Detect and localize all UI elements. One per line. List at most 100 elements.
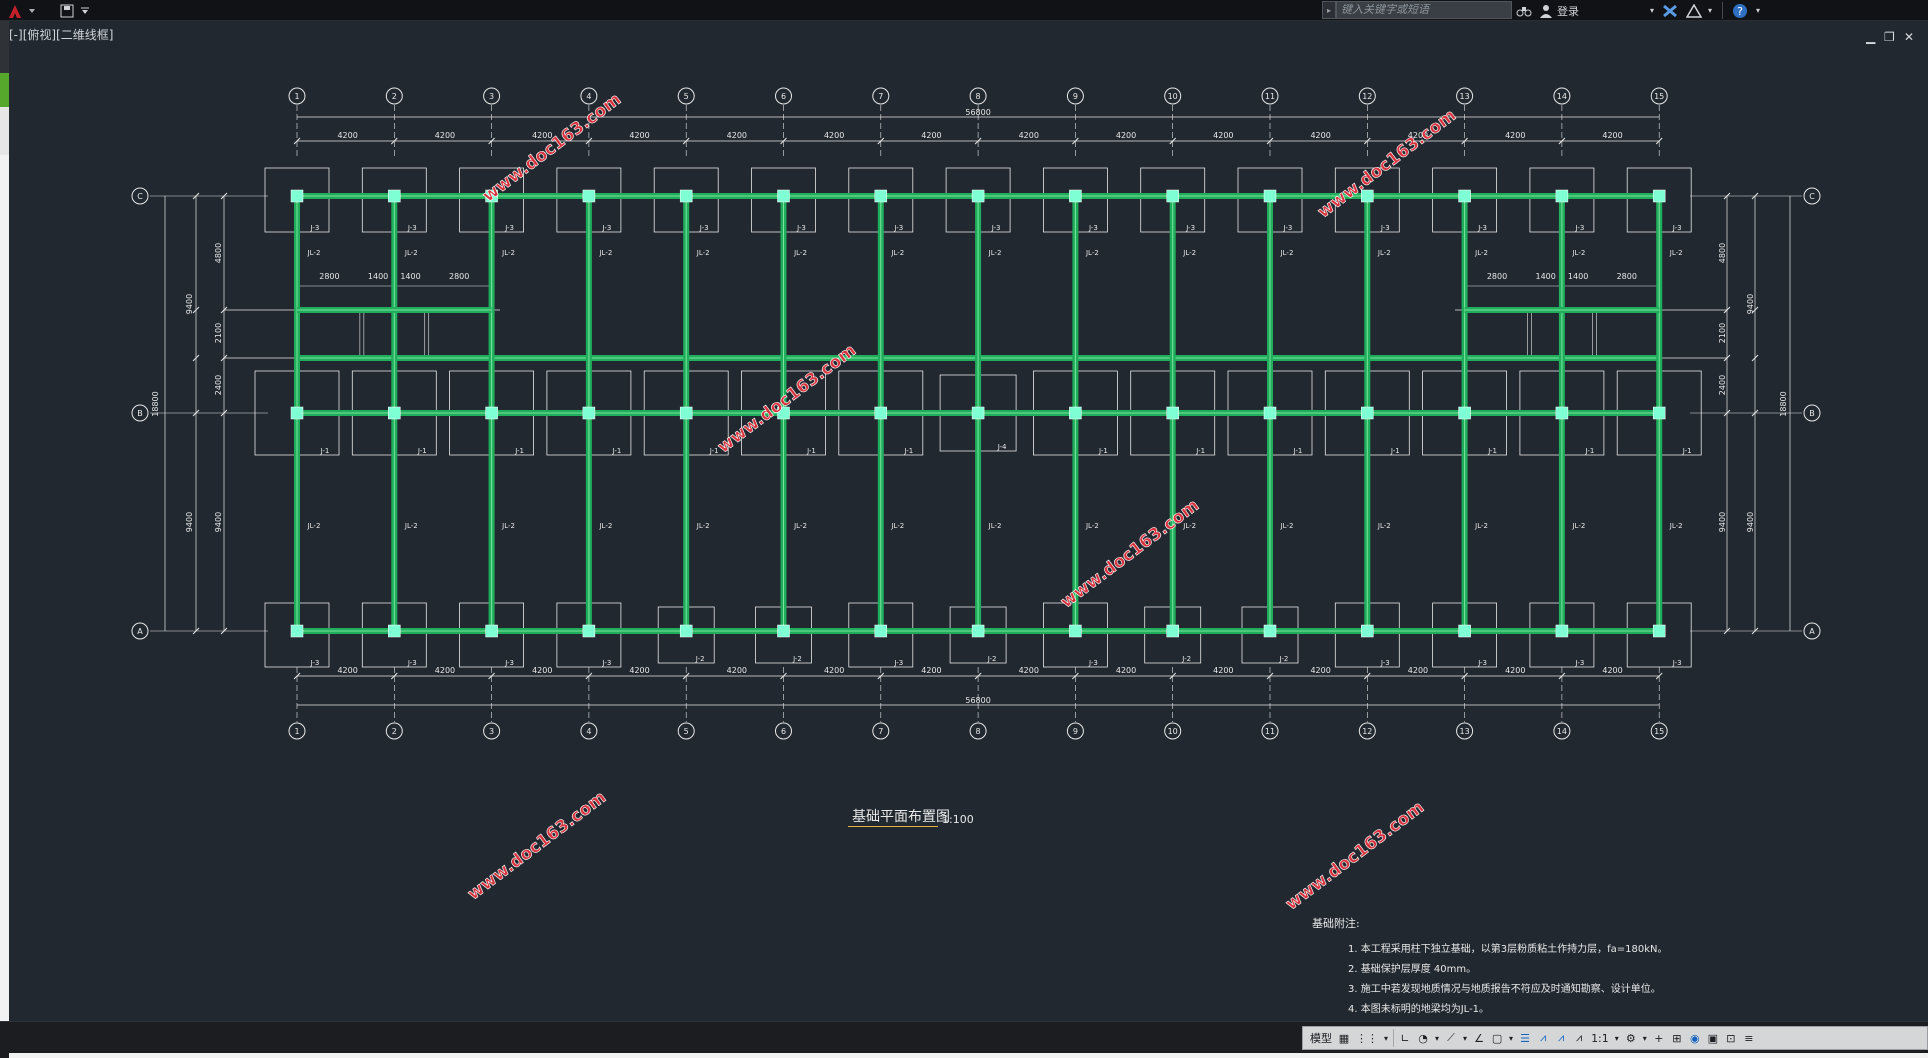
ortho-icon[interactable]: ∟ bbox=[1396, 1028, 1414, 1048]
bay-dimension: 4200 bbox=[1019, 666, 1039, 675]
customize-icon[interactable]: ≡ bbox=[1740, 1028, 1758, 1048]
bay-dimension: 4200 bbox=[1408, 666, 1428, 675]
beam-label: JL-2 bbox=[598, 249, 612, 257]
beam-label: JL-2 bbox=[696, 249, 710, 257]
footing-label: J-3 bbox=[893, 224, 903, 232]
grid-column-label: 3 bbox=[489, 92, 494, 101]
column bbox=[679, 624, 693, 638]
grid-column-label: 9 bbox=[1073, 727, 1078, 736]
isolate-objects-icon[interactable]: ◉ bbox=[1686, 1028, 1704, 1048]
scale-dropdown-icon[interactable]: ▾ bbox=[1612, 1028, 1622, 1048]
bay-dimension: 4200 bbox=[824, 131, 844, 140]
grid-column-label: 14 bbox=[1557, 92, 1567, 101]
column bbox=[1361, 624, 1374, 638]
annotation-scale-label[interactable]: 1:1 bbox=[1588, 1028, 1612, 1048]
column bbox=[1652, 406, 1666, 420]
beam-label: JL-2 bbox=[1182, 249, 1196, 257]
notes-title: 基础附注: bbox=[1312, 917, 1360, 930]
footing-label: J-1 bbox=[1585, 447, 1595, 455]
workspace-dropdown-icon[interactable]: ▾ bbox=[1640, 1028, 1650, 1048]
column bbox=[1652, 624, 1666, 638]
bay-dimension: 4200 bbox=[1505, 131, 1525, 140]
isometric-icon[interactable]: ⟋ bbox=[1442, 1028, 1460, 1048]
footing-label: J-3 bbox=[1477, 659, 1487, 667]
grid-column-label: 11 bbox=[1265, 92, 1275, 101]
add-icon[interactable]: + bbox=[1650, 1028, 1668, 1048]
hardware-acceleration-icon[interactable]: ▣ bbox=[1704, 1028, 1722, 1048]
stair-opening bbox=[363, 311, 393, 357]
object-snap-icon[interactable]: ▢ bbox=[1488, 1028, 1506, 1048]
stair-opening bbox=[1596, 311, 1658, 357]
units-icon[interactable]: ⊞ bbox=[1668, 1028, 1686, 1048]
footing-label: J-1 bbox=[1390, 447, 1400, 455]
iso-dropdown-icon[interactable]: ▾ bbox=[1460, 1028, 1470, 1048]
grid-row-label: A bbox=[1809, 627, 1815, 636]
beam-label: JL-2 bbox=[890, 249, 904, 257]
clean-screen-icon[interactable]: ⊡ bbox=[1722, 1028, 1740, 1048]
beam-label: JL-2 bbox=[404, 249, 418, 257]
annotation-scale-icon[interactable]: ⩘ bbox=[1570, 1028, 1588, 1048]
grid-column-label: 13 bbox=[1460, 92, 1470, 101]
grid-row-label: C bbox=[137, 192, 143, 201]
footing-label: J-3 bbox=[1477, 224, 1487, 232]
grid-icon[interactable]: ▦ bbox=[1335, 1028, 1353, 1048]
footing-label: J-1 bbox=[1195, 447, 1205, 455]
drawing-scale: 1:100 bbox=[942, 813, 974, 826]
grid-column-label: 15 bbox=[1654, 92, 1664, 101]
object-snap-tracking-icon[interactable]: ∠ bbox=[1470, 1028, 1488, 1048]
grid-row-label: A bbox=[137, 627, 143, 636]
lineweight-icon[interactable]: ☰ bbox=[1516, 1028, 1534, 1048]
footing-label: J-1 bbox=[709, 447, 719, 455]
polar-tracking-icon[interactable]: ◔ bbox=[1414, 1028, 1432, 1048]
grid-column-label: 2 bbox=[392, 727, 397, 736]
column bbox=[290, 624, 304, 638]
column bbox=[388, 624, 401, 638]
bay-dimension: 4200 bbox=[1602, 666, 1622, 675]
bay-dimension: 4200 bbox=[629, 131, 649, 140]
footing-label: J-3 bbox=[1672, 224, 1682, 232]
footing-label: J-3 bbox=[1575, 224, 1585, 232]
model-space-button[interactable]: 模型 bbox=[1307, 1028, 1335, 1048]
grid-column-label: 13 bbox=[1460, 727, 1470, 736]
auto-scale-icon[interactable]: ⩘ bbox=[1552, 1028, 1570, 1048]
corridor-dimension: 2800 bbox=[1617, 272, 1637, 281]
span-dimension: 9400 bbox=[1718, 512, 1727, 532]
snap-dropdown-icon[interactable]: ▾ bbox=[1381, 1028, 1391, 1048]
grid-column-label: 4 bbox=[586, 727, 591, 736]
grid-column-label: 1 bbox=[294, 727, 299, 736]
footing-label: J-3 bbox=[407, 659, 417, 667]
beam-label: JL-2 bbox=[1474, 522, 1488, 530]
grid-column-label: 8 bbox=[976, 92, 981, 101]
bay-dimension: 4200 bbox=[1116, 666, 1136, 675]
column bbox=[1555, 189, 1569, 203]
column bbox=[388, 189, 401, 203]
osnap-dropdown-icon[interactable]: ▾ bbox=[1506, 1028, 1516, 1048]
workspace-gear-icon[interactable]: ⚙ bbox=[1622, 1028, 1640, 1048]
beam-label: JL-2 bbox=[1571, 522, 1585, 530]
footing-label: J-1 bbox=[320, 447, 330, 455]
annotation-visibility-icon[interactable]: ⩘ bbox=[1534, 1028, 1552, 1048]
snap-icon[interactable]: ⋮⋮ bbox=[1353, 1028, 1381, 1048]
grid-column-label: 14 bbox=[1557, 727, 1567, 736]
bay-dimension: 4200 bbox=[1213, 666, 1233, 675]
column bbox=[290, 189, 304, 203]
footing-label: J-3 bbox=[407, 224, 417, 232]
polar-dropdown-icon[interactable]: ▾ bbox=[1432, 1028, 1442, 1048]
corridor-dimension: 1400 bbox=[1568, 272, 1588, 281]
span-dimension: 9400 bbox=[1746, 512, 1755, 532]
bay-dimension: 4200 bbox=[629, 666, 649, 675]
column bbox=[290, 406, 304, 420]
column bbox=[777, 624, 790, 638]
corridor-dimension: 2800 bbox=[449, 272, 469, 281]
grid-column-label: 10 bbox=[1168, 727, 1178, 736]
beam-label: JL-2 bbox=[890, 522, 904, 530]
column bbox=[971, 189, 985, 203]
bay-dimension: 4200 bbox=[921, 131, 941, 140]
stair-opening bbox=[395, 311, 426, 357]
span-dimension: 9400 bbox=[1746, 294, 1755, 314]
beam-label: JL-2 bbox=[598, 522, 612, 530]
span-dimension: 9400 bbox=[185, 512, 194, 532]
footing-label: J-3 bbox=[1088, 659, 1098, 667]
note-line: 1. 本工程采用柱下独立基础，以第3层粉质粘土作持力层，fa=180kN。 bbox=[1348, 944, 1668, 955]
footing-label: J-3 bbox=[310, 659, 320, 667]
